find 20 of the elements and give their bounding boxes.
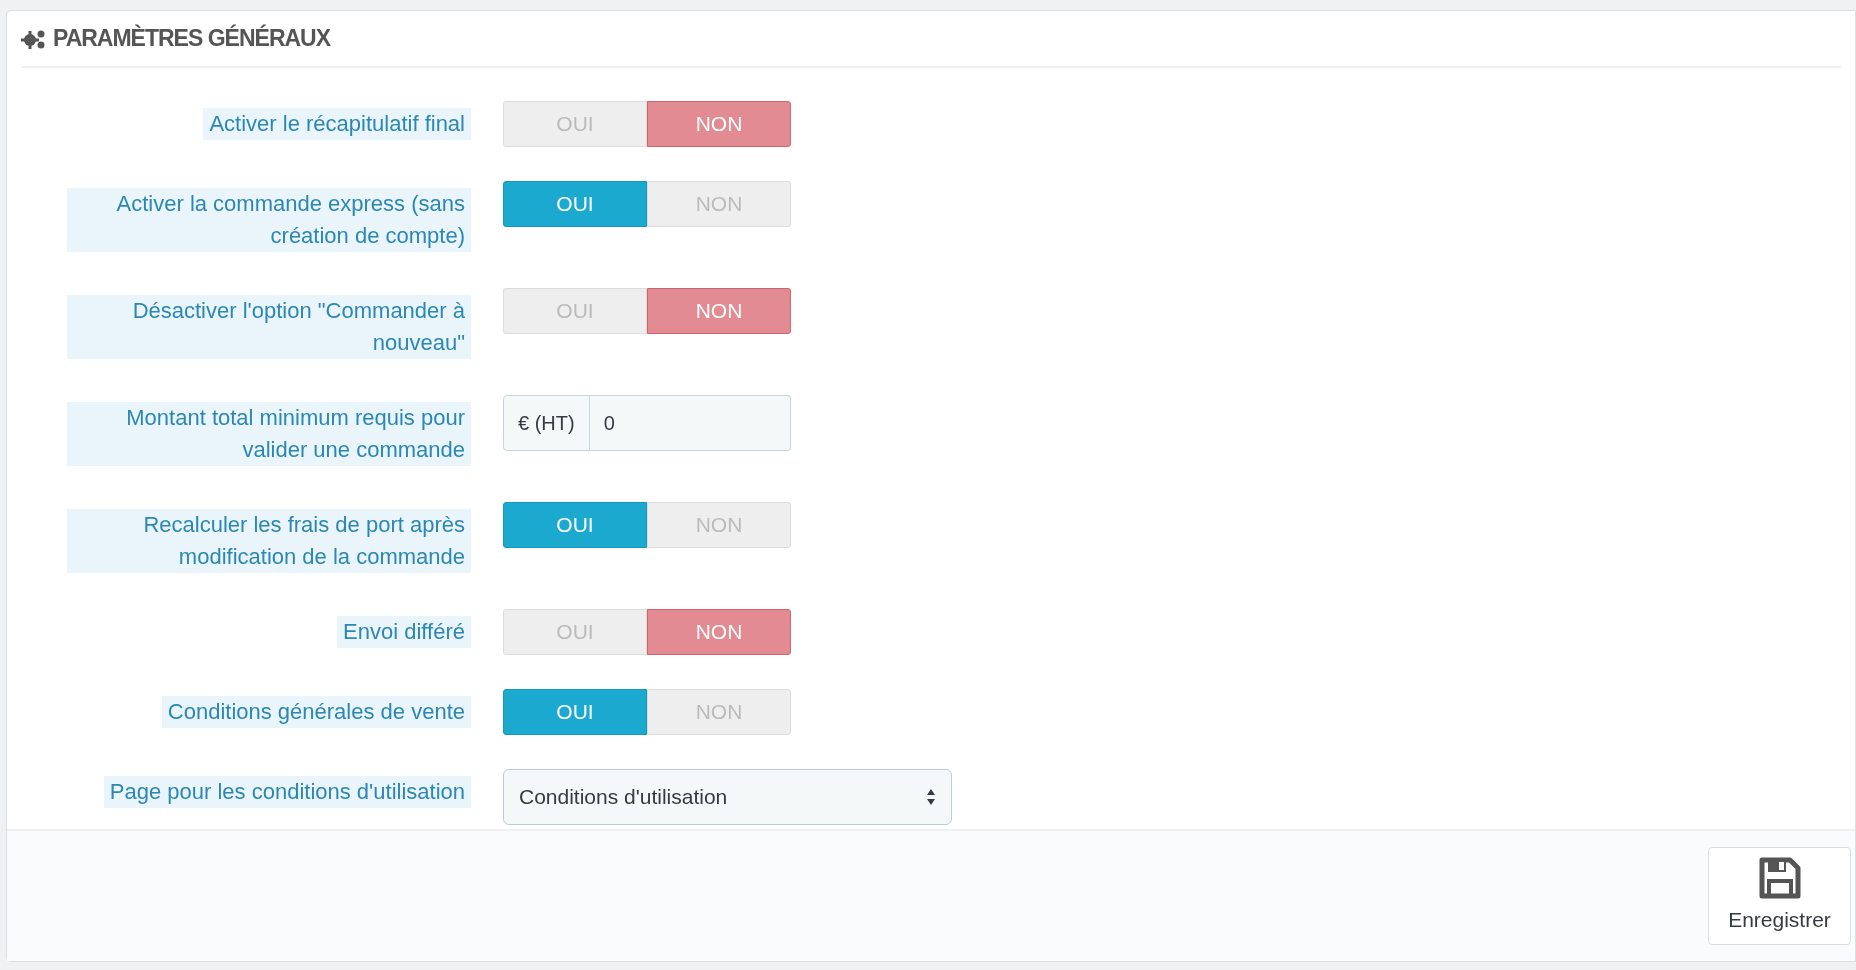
toggle-option[interactable]: NON [647, 101, 791, 147]
toggle-option[interactable]: NON [647, 288, 791, 334]
field-label: Page pour les conditions d'utilisation [103, 776, 471, 808]
toggle-option[interactable]: OUI [503, 689, 647, 735]
amount-field[interactable]: 0 [589, 395, 791, 451]
toggle-option[interactable]: NON [647, 609, 791, 655]
field-label: Conditions générales de vente [161, 696, 471, 728]
currency-addon: € (HT) [503, 395, 590, 451]
field-label: Activer la commande express (sans création de compte) [67, 188, 471, 252]
panel-title: PARAMÈTRES GÉNÉRAUX [53, 23, 331, 54]
field-label: Recalculer les frais de port après modification de la commande [67, 509, 471, 573]
save-button[interactable]: Enregistrer [1708, 847, 1851, 945]
field-label: Désactiver l'option "Commander à nouveau" [67, 295, 471, 359]
toggle-option[interactable]: OUI [503, 181, 647, 227]
field-label: Envoi différé [337, 616, 471, 648]
toggle-option[interactable]: OUI [503, 502, 647, 548]
page-select[interactable]: Conditions d'utilisation [503, 769, 952, 825]
sort-arrows-icon [926, 787, 936, 807]
field-label: Activer le récapitulatif final [203, 108, 471, 140]
field-label: Montant total minimum requis pour valider une commande [67, 402, 471, 466]
